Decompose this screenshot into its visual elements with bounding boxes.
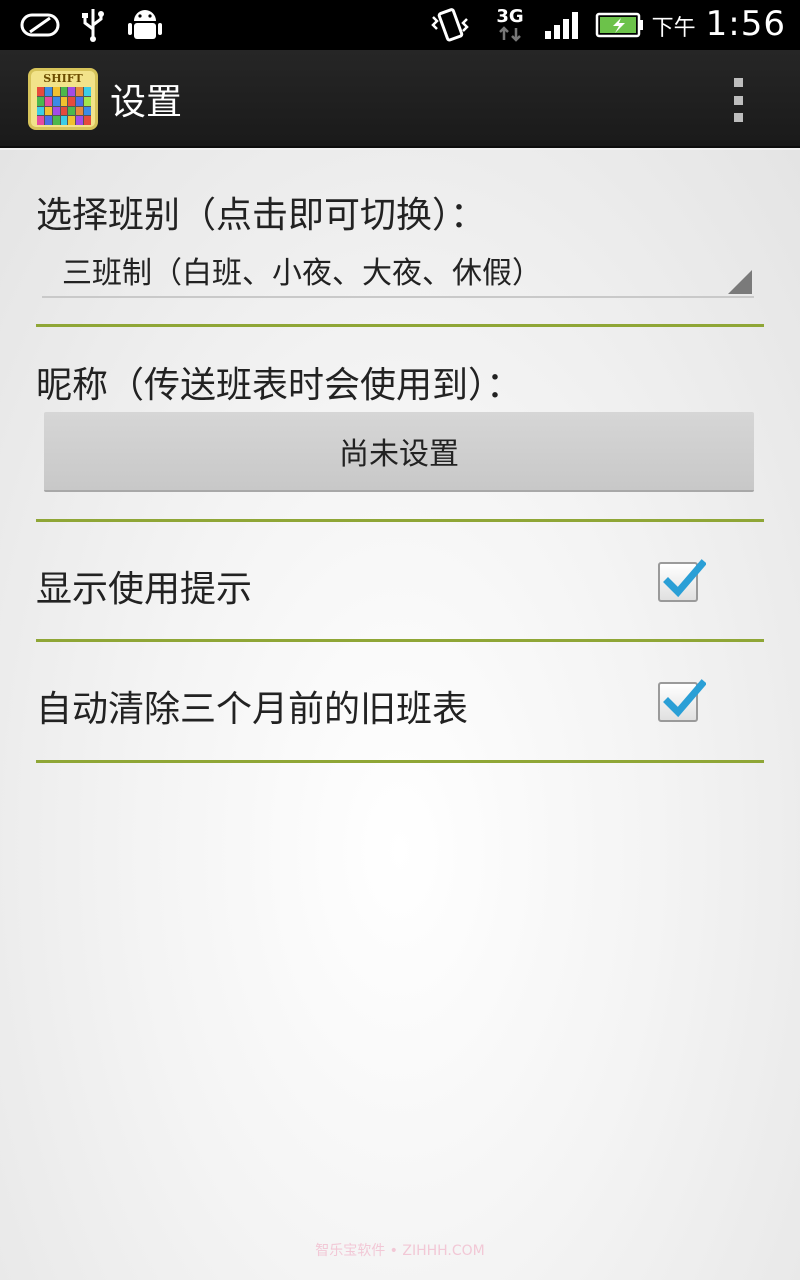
divider bbox=[36, 324, 764, 327]
status-ampm: 下午 bbox=[651, 16, 696, 41]
menu-dot bbox=[733, 113, 743, 122]
page-title: 设置 bbox=[110, 82, 183, 123]
app-icon[interactable]: SHIFT bbox=[28, 68, 98, 130]
menu-dot bbox=[733, 78, 743, 87]
menu-dot bbox=[733, 95, 743, 105]
vibrate-icon bbox=[428, 6, 472, 44]
screen-off-icon bbox=[18, 6, 62, 44]
battery-charging-icon bbox=[594, 6, 646, 44]
spinner-arrow-icon bbox=[728, 270, 752, 294]
status-bar: 3G 下午 1:56 bbox=[0, 0, 800, 50]
app-icon-grid bbox=[37, 87, 91, 125]
network-3g-icon: 3G bbox=[490, 6, 530, 44]
shift-select-label: 选择班别（点击即可切换）： bbox=[36, 195, 487, 236]
nickname-label: 昵称（传送班表时会使用到）： bbox=[36, 365, 523, 406]
app-icon-label: SHIFT bbox=[43, 72, 83, 85]
overflow-menu-icon[interactable] bbox=[724, 78, 752, 122]
show-hints-checkbox[interactable] bbox=[658, 559, 706, 602]
usb-icon bbox=[76, 6, 110, 44]
check-icon bbox=[663, 559, 706, 598]
nickname-button[interactable]: 尚未设置 bbox=[44, 412, 754, 492]
status-clock: 下午 1:56 bbox=[652, 4, 786, 46]
check-icon bbox=[663, 679, 706, 718]
auto-clear-checkbox[interactable] bbox=[658, 679, 706, 722]
network-type-text: 3G bbox=[496, 6, 524, 27]
shift-type-value: 三班制（白班、小夜、大夜、休假） bbox=[62, 256, 542, 291]
auto-clear-label[interactable]: 自动清除三个月前的旧班表 bbox=[36, 680, 468, 732]
settings-list: 选择班别（点击即可切换）： 三班制（白班、小夜、大夜、休假） 昵称（传送班表时会… bbox=[0, 150, 800, 1280]
shift-type-spinner[interactable]: 三班制（白班、小夜、大夜、休假） bbox=[42, 246, 754, 298]
watermark: 智乐宝软件 • ZIHHH.COM bbox=[315, 1243, 485, 1259]
signal-icon bbox=[542, 6, 584, 44]
action-bar: SHIFT 设置 bbox=[0, 50, 800, 148]
divider bbox=[36, 519, 764, 522]
status-time: 1:56 bbox=[705, 4, 786, 44]
divider bbox=[36, 760, 764, 763]
android-debug-icon bbox=[124, 6, 166, 44]
show-hints-label[interactable]: 显示使用提示 bbox=[36, 560, 252, 612]
divider bbox=[36, 639, 764, 642]
